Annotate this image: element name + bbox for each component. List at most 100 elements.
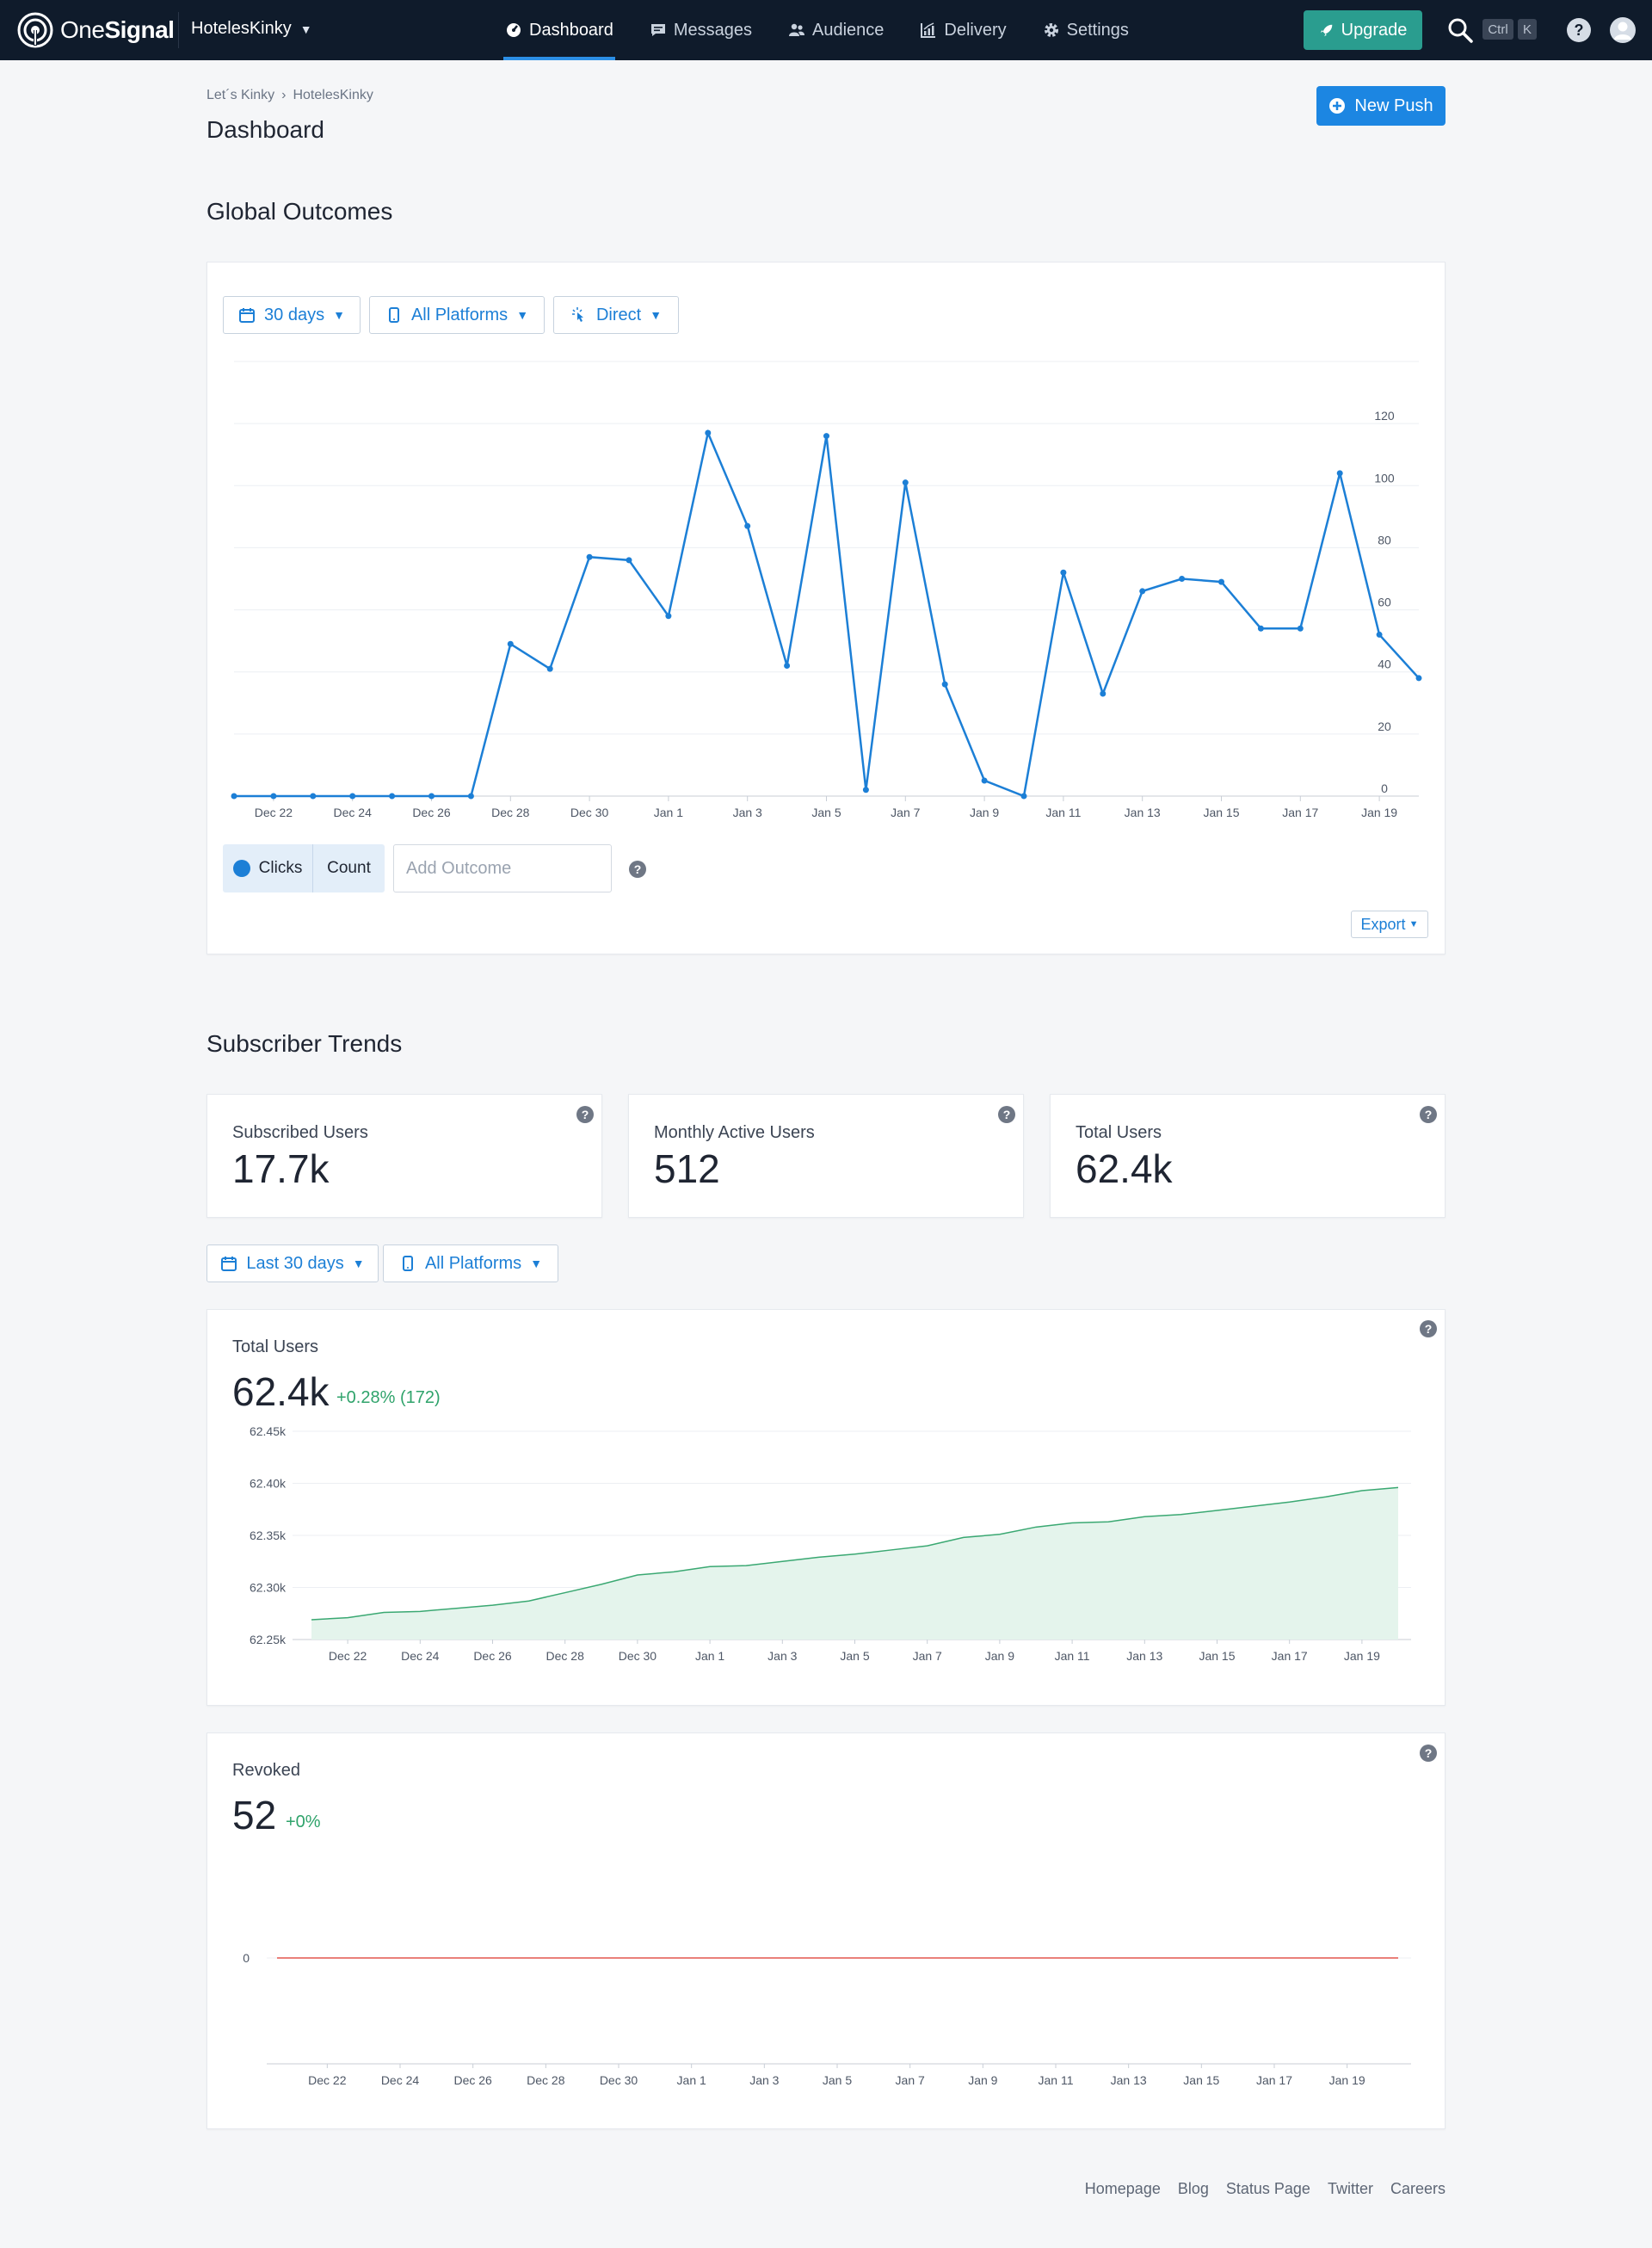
x-tick-label: Dec 22 — [255, 806, 293, 819]
x-tick-label: Jan 11 — [1045, 806, 1081, 819]
onesignal-logo[interactable]: OneSignal — [17, 12, 175, 48]
footer-link-homepage[interactable]: Homepage — [1085, 2180, 1161, 2198]
svg-text:?: ? — [1575, 22, 1584, 39]
data-point — [705, 429, 712, 436]
x-tick-label: Dec 24 — [334, 806, 373, 819]
x-tick-label: Jan 3 — [749, 2073, 779, 2087]
total-users-delta: +0.28% (172) — [336, 1388, 441, 1407]
attribution-dropdown[interactable]: Direct ▼ — [553, 296, 679, 334]
platform-value: All Platforms — [424, 1253, 522, 1273]
data-point — [507, 640, 514, 647]
x-tick-label: Jan 13 — [1126, 1649, 1162, 1663]
tab-label: Dashboard — [529, 20, 613, 40]
caret-down-icon: ▼ — [299, 22, 312, 36]
export-button[interactable]: Export ▼ — [1351, 911, 1428, 938]
data-point — [1376, 631, 1383, 638]
page-title: Dashboard — [206, 116, 324, 143]
data-point — [1179, 576, 1186, 582]
x-tick-label: Jan 13 — [1111, 2073, 1147, 2087]
x-tick-label: Jan 17 — [1256, 2073, 1292, 2087]
audience-icon — [789, 23, 804, 36]
x-tick-label: Dec 26 — [453, 2073, 492, 2087]
help-icon[interactable]: ? — [1420, 1745, 1437, 1762]
caret-down-icon: ▼ — [650, 308, 663, 322]
help-icon[interactable]: ? — [998, 1106, 1015, 1123]
y-tick-label: 80 — [1378, 533, 1391, 547]
main-nav-tabs: Dashboard Messages Audience Delivery Set… — [503, 0, 1163, 60]
tab-settings[interactable]: Settings — [1041, 0, 1131, 60]
help-icon[interactable]: ? — [1420, 1106, 1437, 1123]
messages-icon — [650, 24, 665, 36]
footer-link-careers[interactable]: Careers — [1390, 2180, 1446, 2198]
tab-delivery[interactable]: Delivery — [918, 0, 1008, 60]
x-tick-label: Jan 9 — [985, 1649, 1014, 1663]
data-point — [546, 665, 553, 672]
x-tick-label: Jan 17 — [1282, 806, 1318, 819]
rocket-icon — [1320, 24, 1332, 37]
top-navigation-bar: OneSignal HotelesKinky ▼ Dashboard Messa… — [0, 0, 1652, 60]
stat-label: Subscribed Users — [232, 1123, 368, 1142]
footer-link-status-page[interactable]: Status Page — [1226, 2180, 1310, 2198]
dashboard-gauge-icon — [507, 23, 521, 37]
x-tick-label: Dec 30 — [570, 806, 609, 819]
breadcrumb-org[interactable]: Let´s Kinky — [206, 88, 274, 103]
footer-link-twitter[interactable]: Twitter — [1328, 2180, 1373, 2198]
outcome-chip-clicks[interactable]: Clicks Count — [223, 844, 385, 892]
new-push-label: New Push — [1354, 96, 1433, 115]
data-point — [1297, 625, 1304, 632]
stat-value: 62.4k — [1076, 1146, 1173, 1191]
search-icon[interactable] — [1447, 17, 1473, 43]
data-point — [349, 793, 356, 800]
outcome-name[interactable]: Clicks — [223, 844, 313, 892]
x-tick-label: Jan 1 — [695, 1649, 724, 1663]
add-outcome-input[interactable]: Add Outcome — [393, 844, 612, 892]
user-avatar-icon[interactable] — [1609, 16, 1637, 44]
data-point — [1257, 625, 1264, 632]
data-point — [1139, 588, 1146, 595]
platform-dropdown[interactable]: All Platforms ▼ — [369, 296, 545, 334]
caret-down-icon: ▼ — [530, 1257, 543, 1270]
outcome-help-icon[interactable]: ? — [629, 861, 646, 878]
trends-platform-dropdown[interactable]: All Platforms ▼ — [383, 1244, 558, 1282]
caret-down-icon: ▼ — [333, 308, 345, 322]
shortcut-key-ctrl: Ctrl — [1482, 19, 1513, 40]
tab-label: Delivery — [944, 20, 1007, 40]
nav-divider — [178, 12, 179, 48]
help-icon[interactable]: ? — [1420, 1320, 1437, 1337]
new-push-button[interactable]: New Push — [1316, 86, 1446, 126]
data-point — [389, 793, 396, 800]
help-icon[interactable]: ? — [576, 1106, 594, 1123]
stat-value: 17.7k — [232, 1146, 330, 1191]
export-label: Export — [1360, 915, 1406, 933]
tab-label: Messages — [673, 20, 752, 40]
footer-link-blog[interactable]: Blog — [1178, 2180, 1209, 2198]
upgrade-button[interactable]: Upgrade — [1304, 10, 1422, 50]
outcome-type[interactable]: Count — [313, 844, 385, 892]
data-point — [626, 557, 632, 564]
tab-dashboard[interactable]: Dashboard — [503, 0, 615, 60]
data-point — [1020, 793, 1027, 800]
stat-value: 512 — [654, 1146, 720, 1191]
logo-wordmark: OneSignal — [60, 16, 175, 43]
date-range-value: Last 30 days — [246, 1253, 344, 1273]
help-icon[interactable]: ? — [1566, 17, 1592, 43]
tab-messages[interactable]: Messages — [648, 0, 754, 60]
data-point — [1415, 675, 1422, 682]
y-tick-label: 120 — [1374, 409, 1395, 423]
data-point — [428, 793, 435, 800]
calendar-icon — [239, 308, 256, 323]
data-point — [1100, 690, 1106, 697]
x-tick-label: Jan 15 — [1203, 806, 1239, 819]
total-users-value: 62.4k — [232, 1369, 330, 1414]
app-switcher[interactable]: HotelesKinky ▼ — [191, 19, 312, 39]
breadcrumb-separator: › — [281, 88, 287, 102]
x-tick-label: Jan 13 — [1125, 806, 1161, 819]
trends-date-range-dropdown[interactable]: Last 30 days ▼ — [206, 1244, 379, 1282]
breadcrumb: Let´s Kinky › HotelesKinky — [206, 88, 373, 103]
date-range-dropdown[interactable]: 30 days ▼ — [223, 296, 361, 334]
data-point — [823, 433, 829, 440]
tab-audience[interactable]: Audience — [786, 0, 885, 60]
mobile-device-icon — [402, 1256, 413, 1271]
breadcrumb-app[interactable]: HotelesKinky — [293, 88, 373, 103]
revoked-delta: +0% — [286, 1813, 321, 1831]
